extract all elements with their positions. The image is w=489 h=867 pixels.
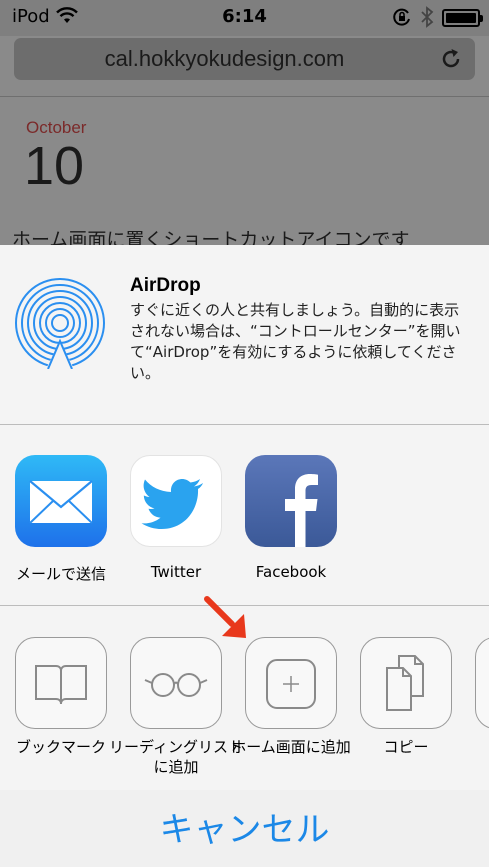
share-apps-row: メールで送信 Twitter Facebook (0, 425, 489, 605)
url-text[interactable]: cal.hokkyokudesign.com (14, 46, 435, 72)
airdrop-icon (14, 277, 106, 373)
share-sheet: AirDrop すぐに近くの人と共有しましょう。自動的に表示されない場合は、“コ… (0, 245, 489, 867)
airdrop-section[interactable]: AirDrop すぐに近くの人と共有しましょう。自動的に表示されない場合は、“コ… (0, 245, 489, 425)
share-app-label: メールで送信 (15, 565, 106, 583)
share-app-label: Twitter (150, 563, 202, 581)
divider (0, 96, 489, 97)
more-action-button[interactable] (466, 637, 489, 729)
copy-icon[interactable] (360, 637, 452, 729)
cancel-button[interactable]: キャンセル (0, 802, 489, 851)
more-action-icon[interactable] (475, 637, 489, 729)
status-bar: iPod 6:14 (0, 0, 489, 36)
share-facebook-button[interactable]: Facebook (236, 455, 346, 581)
mail-icon[interactable] (15, 455, 107, 547)
cancel-area: キャンセル (0, 790, 489, 867)
add-to-home-screen-button[interactable]: ホーム画面に追加 (231, 637, 351, 756)
bookmark-icon[interactable] (15, 637, 107, 729)
action-label: コピー (383, 738, 429, 756)
bookmark-button[interactable]: ブックマーク (6, 637, 116, 756)
rotation-lock-icon (392, 7, 412, 31)
annotation-arrow-icon (204, 596, 250, 646)
clock: 6:14 (222, 6, 267, 27)
twitter-icon[interactable] (130, 455, 222, 547)
reload-icon[interactable] (439, 47, 463, 75)
share-app-label: Facebook (255, 563, 327, 581)
share-mail-button[interactable]: メールで送信 (6, 455, 116, 583)
add-to-reading-list-button[interactable]: リーディングリストに追加 (109, 637, 243, 776)
airdrop-description: すぐに近くの人と共有しましょう。自動的に表示されない場合は、“コントロールセンタ… (130, 301, 461, 382)
address-bar[interactable]: cal.hokkyokudesign.com (14, 38, 475, 80)
bluetooth-icon (420, 5, 434, 33)
copy-button[interactable]: コピー (351, 637, 461, 756)
add-to-home-icon[interactable] (245, 637, 337, 729)
share-twitter-button[interactable]: Twitter (121, 455, 231, 581)
action-label: リーディングリストに追加 (109, 738, 243, 776)
facebook-icon[interactable] (245, 455, 337, 547)
airdrop-title: AirDrop (130, 275, 201, 296)
reading-list-icon[interactable] (130, 637, 222, 729)
battery-icon (442, 9, 483, 27)
calendar-day: 10 (24, 136, 85, 196)
action-label: ホーム画面に追加 (231, 738, 351, 756)
